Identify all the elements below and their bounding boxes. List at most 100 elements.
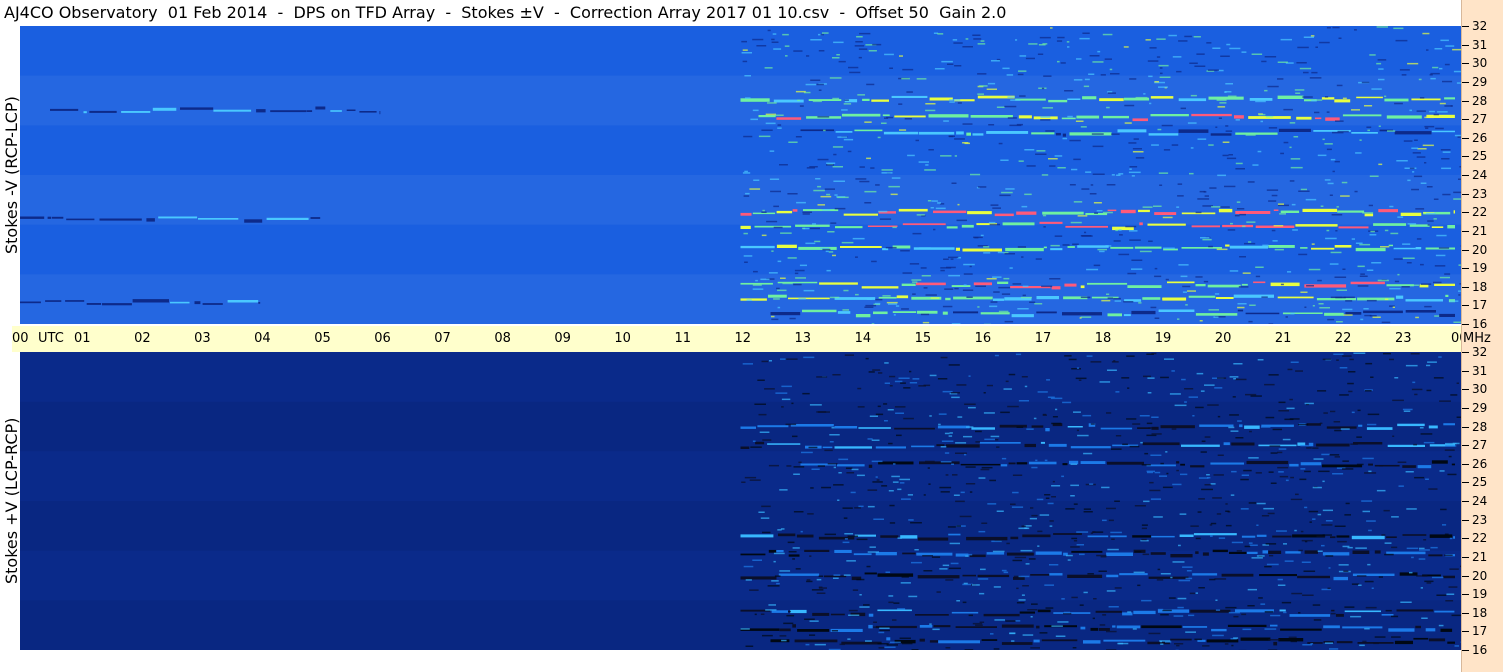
speckle (1107, 91, 1113, 93)
speckle (1329, 263, 1339, 265)
speckle (867, 438, 873, 440)
activity-segment (202, 303, 223, 305)
speckle (770, 190, 781, 193)
speckle (1127, 272, 1137, 275)
speckle (1377, 59, 1387, 61)
activity-segment (1308, 442, 1314, 447)
activity-segment (1133, 610, 1156, 615)
speckle (1180, 275, 1188, 278)
speckle (805, 643, 810, 646)
speckle (1324, 179, 1331, 181)
activity-segment (979, 442, 1021, 444)
speckle (1071, 168, 1078, 171)
speckle (1444, 105, 1452, 107)
speckle (1403, 140, 1413, 142)
speckle (1083, 591, 1088, 594)
speckle (953, 42, 963, 44)
speckle (977, 578, 989, 580)
speckle (1274, 248, 1284, 251)
speckle (965, 466, 976, 468)
speckle (1378, 163, 1383, 166)
speckle (1333, 353, 1344, 355)
speckle (901, 77, 910, 80)
speckle (792, 547, 800, 549)
activity-segment (1425, 628, 1436, 632)
speckle (1235, 437, 1244, 439)
speckle (1317, 513, 1322, 516)
activity-segment (1321, 97, 1335, 100)
speckle (866, 298, 872, 300)
speckle (1381, 321, 1391, 324)
speckle (843, 103, 852, 105)
speckle (1064, 355, 1072, 357)
activity-segment (882, 248, 889, 251)
speckle (1021, 205, 1028, 208)
activity-segment (1202, 552, 1209, 556)
speckle (1012, 474, 1023, 476)
speckle (1383, 509, 1390, 512)
speckle (759, 431, 770, 433)
speckle (1409, 109, 1412, 112)
speckle (772, 33, 777, 35)
speckle (1229, 270, 1239, 272)
speckle (948, 274, 960, 277)
activity-segment (1181, 444, 1220, 447)
speckle (844, 99, 849, 101)
speckle (1278, 401, 1286, 404)
speckle (1115, 435, 1122, 437)
speckle (1277, 61, 1288, 63)
speckle (925, 164, 929, 166)
activity-segment (1241, 283, 1248, 286)
speckle (830, 222, 837, 224)
activity-segment (1110, 246, 1134, 249)
speckle (1162, 216, 1173, 219)
speckle (1225, 524, 1232, 527)
speckle (1073, 79, 1083, 81)
activity-segment (919, 625, 933, 628)
speckle (940, 491, 950, 493)
activity-segment (955, 247, 960, 251)
speckle (1364, 314, 1372, 317)
speckle (993, 291, 1000, 293)
speckle (779, 489, 788, 491)
speckle (1106, 106, 1110, 109)
speckle (1222, 141, 1230, 143)
activity-segment (834, 446, 872, 449)
activity-segment (1048, 99, 1068, 103)
activity-segment (1431, 226, 1444, 228)
speckle (1277, 78, 1284, 80)
speckle (1420, 263, 1424, 266)
speckle (1273, 225, 1284, 227)
speckle (1265, 416, 1275, 419)
activity-segment (955, 626, 997, 628)
activity-segment (330, 110, 342, 112)
speckle (793, 50, 803, 52)
speckle (934, 68, 945, 70)
speckle (1148, 75, 1153, 78)
activity-segment (1231, 442, 1255, 446)
speckle (1328, 567, 1331, 569)
speckle (1322, 138, 1325, 141)
speckle (1397, 461, 1407, 463)
activity-segment (83, 111, 87, 114)
activity-segment (1199, 424, 1234, 427)
speckle (1326, 148, 1332, 151)
speckle (1342, 308, 1353, 311)
speckle (1194, 638, 1202, 641)
speckle (777, 260, 782, 263)
speckle (1018, 160, 1024, 162)
activity-segment (1350, 281, 1385, 285)
activity-segment (66, 218, 95, 221)
speckle (1011, 640, 1015, 642)
speckle (1311, 71, 1318, 74)
speckle (1018, 400, 1029, 402)
activity-segment (855, 314, 871, 318)
speckle (1037, 545, 1040, 547)
speckle (878, 210, 888, 213)
speckle (1237, 306, 1245, 309)
speckle (1200, 390, 1205, 392)
speckle (954, 138, 965, 140)
speckle (948, 364, 960, 366)
speckle (1334, 160, 1340, 163)
speckle (954, 65, 962, 67)
